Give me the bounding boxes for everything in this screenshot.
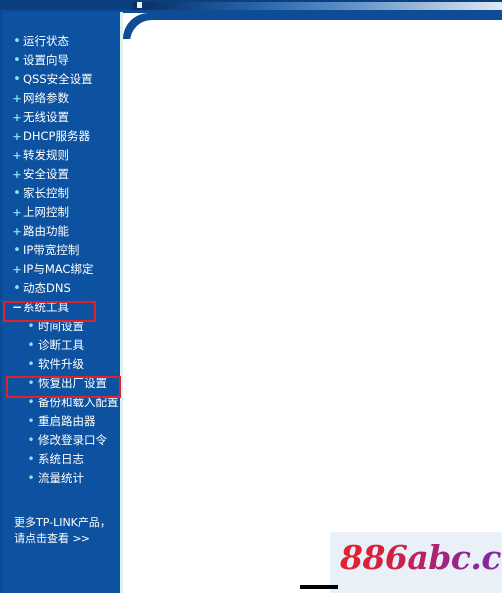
watermark-band-top-strip bbox=[330, 518, 502, 532]
sidebar-item-label: 流量统计 bbox=[38, 471, 84, 485]
bullet-dot-icon: • bbox=[27, 452, 35, 466]
top-banner-tick-mark bbox=[137, 2, 142, 8]
sidebar-item-label: 重启路由器 bbox=[38, 414, 96, 428]
sidebar-item-13[interactable]: • 动态DNS bbox=[0, 279, 120, 298]
bullet-dot-icon: • bbox=[13, 72, 21, 87]
content-panel bbox=[130, 20, 502, 593]
sidebar-item-1[interactable]: • 设置向导 bbox=[0, 51, 120, 70]
bottom-black-bar bbox=[300, 585, 338, 589]
sidebar-item-sub-17[interactable]: • 软件升级 bbox=[0, 355, 120, 374]
sidebar-item-label: 网络参数 bbox=[23, 91, 69, 105]
sidebar-item-label: QSS安全设置 bbox=[23, 72, 93, 86]
sidebar-item-10[interactable]: + 路由功能 bbox=[0, 222, 120, 241]
highlight-box-restore-factory-settings bbox=[6, 376, 121, 398]
bullet-dot-icon: • bbox=[27, 338, 35, 352]
sidebar-item-label: 上网控制 bbox=[23, 205, 69, 219]
expand-plus-icon: + bbox=[12, 206, 22, 219]
expand-plus-icon: + bbox=[12, 168, 22, 181]
sidebar-item-label: 系统日志 bbox=[38, 452, 84, 466]
sidebar-item-11[interactable]: • IP带宽控制 bbox=[0, 241, 120, 260]
sidebar-item-sub-21[interactable]: • 修改登录口令 bbox=[0, 431, 120, 450]
bullet-dot-icon: • bbox=[27, 471, 35, 485]
highlight-box-system-tools bbox=[3, 301, 96, 322]
sidebar-item-label: 运行状态 bbox=[23, 34, 69, 48]
expand-plus-icon: + bbox=[12, 130, 22, 143]
sidebar-item-8[interactable]: • 家长控制 bbox=[0, 184, 120, 203]
bullet-dot-icon: • bbox=[13, 243, 21, 258]
top-banner-gradient-strip bbox=[133, 2, 502, 10]
bullet-dot-icon: • bbox=[13, 34, 21, 49]
bullet-dot-icon: • bbox=[27, 357, 35, 371]
sidebar-item-2[interactable]: • QSS安全设置 bbox=[0, 70, 120, 89]
sidebar-item-label: 诊断工具 bbox=[38, 338, 84, 352]
sidebar-item-5[interactable]: + DHCP服务器 bbox=[0, 127, 120, 146]
sidebar-item-label: 动态DNS bbox=[23, 281, 71, 295]
sidebar-item-label: 转发规则 bbox=[23, 148, 69, 162]
sidebar-item-label: IP与MAC绑定 bbox=[23, 262, 94, 276]
sidebar-item-6[interactable]: + 转发规则 bbox=[0, 146, 120, 165]
sidebar-item-sub-20[interactable]: • 重启路由器 bbox=[0, 412, 120, 431]
sidebar-item-label: 路由功能 bbox=[23, 224, 69, 238]
sidebar-item-sub-22[interactable]: • 系统日志 bbox=[0, 450, 120, 469]
sidebar-item-label: 软件升级 bbox=[38, 357, 84, 371]
bullet-dot-icon: • bbox=[13, 186, 21, 201]
sidebar-right-edge bbox=[120, 12, 123, 593]
sidebar-item-sub-16[interactable]: • 诊断工具 bbox=[0, 336, 120, 355]
sidebar-item-label: DHCP服务器 bbox=[23, 129, 90, 143]
bullet-dot-icon: • bbox=[13, 53, 21, 68]
watermark-text: 886abc.com bbox=[340, 538, 502, 578]
sidebar-item-label: 设置向导 bbox=[23, 53, 69, 67]
bullet-dot-icon: • bbox=[13, 281, 21, 296]
bullet-dot-icon: • bbox=[27, 414, 35, 428]
expand-plus-icon: + bbox=[12, 92, 22, 105]
sidebar-item-label: 修改登录口令 bbox=[38, 433, 107, 447]
sidebar-item-label: 家长控制 bbox=[23, 186, 69, 200]
expand-plus-icon: + bbox=[12, 225, 22, 238]
sidebar-item-7[interactable]: + 安全设置 bbox=[0, 165, 120, 184]
sidebar-item-sub-23[interactable]: • 流量统计 bbox=[0, 469, 120, 488]
sidebar-item-4[interactable]: + 无线设置 bbox=[0, 108, 120, 127]
bullet-dot-icon: • bbox=[27, 433, 35, 447]
tplink-promo-link[interactable]: 更多TP-LINK产品， 请点击查看 >> bbox=[14, 515, 118, 547]
promo-line-1: 更多TP-LINK产品， bbox=[14, 516, 111, 529]
promo-arrows-icon: >> bbox=[72, 532, 90, 545]
sidebar-item-label: IP带宽控制 bbox=[23, 243, 80, 257]
expand-plus-icon: + bbox=[12, 263, 22, 276]
expand-plus-icon: + bbox=[12, 111, 22, 124]
sidebar-item-3[interactable]: + 网络参数 bbox=[0, 89, 120, 108]
sidebar-item-0[interactable]: • 运行状态 bbox=[0, 32, 120, 51]
sidebar-item-label: 安全设置 bbox=[23, 167, 69, 181]
promo-line-2: 请点击查看 >> bbox=[14, 531, 118, 547]
expand-plus-icon: + bbox=[12, 149, 22, 162]
sidebar-item-12[interactable]: + IP与MAC绑定 bbox=[0, 260, 120, 279]
sidebar-item-label: 无线设置 bbox=[23, 110, 69, 124]
promo-line-2-text: 请点击查看 bbox=[14, 532, 69, 545]
sidebar-item-9[interactable]: + 上网控制 bbox=[0, 203, 120, 222]
